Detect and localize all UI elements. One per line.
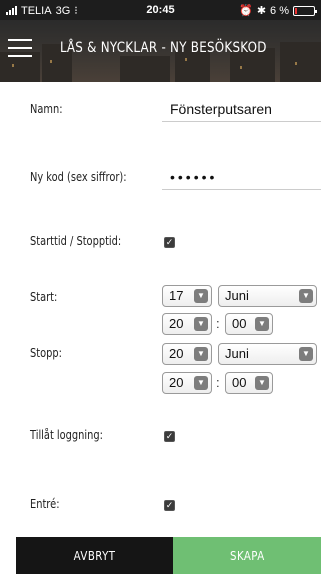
start-minute-value: 00 bbox=[232, 316, 247, 331]
stop-hour-select[interactable]: 20 ▼ bbox=[162, 372, 212, 394]
start-day-select[interactable]: 17 ▼ bbox=[162, 285, 212, 307]
name-label: Namn: bbox=[30, 102, 63, 116]
stop-month-value: Juni bbox=[225, 346, 249, 361]
status-bar: TELIA 3G ⁝ 20:45 ⏰ ✱ 6 % bbox=[0, 0, 321, 20]
entry-label: Entré: bbox=[30, 497, 60, 511]
page-title: LÅS & NYCKLAR - NY BESÖKSKOD bbox=[60, 40, 267, 56]
create-button[interactable]: SKAPA bbox=[173, 537, 321, 574]
name-field[interactable]: Fönsterputsaren bbox=[162, 98, 321, 122]
chevron-down-icon: ▼ bbox=[299, 289, 313, 303]
stop-day-select[interactable]: 20 ▼ bbox=[162, 343, 212, 365]
code-label: Ny kod (sex siffror): bbox=[30, 170, 127, 184]
hamburger-menu-icon[interactable] bbox=[6, 36, 34, 60]
time-toggle-label: Starttid / Stopptid: bbox=[30, 234, 122, 248]
chevron-down-icon: ▼ bbox=[194, 289, 208, 303]
stop-month-select[interactable]: Juni ▼ bbox=[218, 343, 317, 365]
logging-checkbox[interactable]: ✓ bbox=[164, 431, 175, 442]
chevron-down-icon: ▼ bbox=[194, 347, 208, 361]
code-field[interactable]: •••••• bbox=[162, 166, 321, 190]
battery-percent: 6 % bbox=[270, 4, 289, 17]
stop-minute-value: 00 bbox=[232, 375, 247, 390]
start-hour-select[interactable]: 20 ▼ bbox=[162, 313, 212, 335]
app-header: LÅS & NYCKLAR - NY BESÖKSKOD bbox=[0, 20, 321, 82]
battery-icon bbox=[293, 5, 317, 16]
create-button-label: SKAPA bbox=[229, 548, 265, 563]
logging-label: Tillåt loggning: bbox=[30, 428, 103, 442]
time-separator: : bbox=[216, 375, 220, 390]
start-month-select[interactable]: Juni ▼ bbox=[218, 285, 317, 307]
chevron-down-icon: ▼ bbox=[299, 347, 313, 361]
chevron-down-icon: ▼ bbox=[255, 376, 269, 390]
alarm-icon: ⏰ bbox=[239, 5, 253, 17]
chevron-down-icon: ▼ bbox=[255, 317, 269, 331]
stop-day-value: 20 bbox=[169, 346, 184, 361]
chevron-down-icon: ▼ bbox=[194, 376, 208, 390]
time-separator: : bbox=[216, 316, 220, 331]
start-label: Start: bbox=[30, 290, 58, 304]
visitor-code-form: Namn: Fönsterputsaren Ny kod (sex siffro… bbox=[0, 82, 321, 537]
entry-checkbox[interactable]: ✓ bbox=[164, 500, 175, 511]
chevron-down-icon: ▼ bbox=[194, 317, 208, 331]
start-minute-select[interactable]: 00 ▼ bbox=[225, 313, 273, 335]
stop-minute-select[interactable]: 00 ▼ bbox=[225, 372, 273, 394]
cancel-button[interactable]: AVBRYT bbox=[16, 537, 173, 574]
start-day-value: 17 bbox=[169, 288, 184, 303]
start-hour-value: 20 bbox=[169, 316, 184, 331]
start-month-value: Juni bbox=[225, 288, 249, 303]
bluetooth-icon: ✱ bbox=[256, 5, 267, 17]
stop-hour-value: 20 bbox=[169, 375, 184, 390]
cancel-button-label: AVBRYT bbox=[73, 548, 116, 563]
stop-label: Stopp: bbox=[30, 346, 62, 360]
time-toggle-checkbox[interactable]: ✓ bbox=[164, 237, 175, 248]
